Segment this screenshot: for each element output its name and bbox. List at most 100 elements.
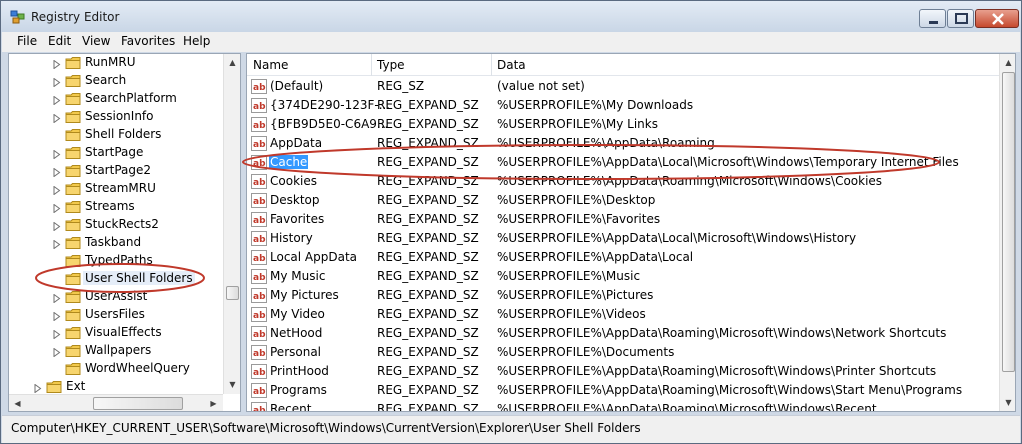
tree-item-label: StartPage2 [85, 163, 151, 177]
scroll-up-icon[interactable]: ▲ [224, 54, 240, 71]
value-row[interactable]: ab Local AppData REG_EXPAND_SZ %USERPROFILE… [247, 248, 999, 267]
tree-item-typedpaths[interactable]: TypedPaths [9, 252, 224, 270]
tree-item-sessioninfo[interactable]: SessionInfo [9, 108, 224, 126]
column-type-header[interactable]: Type [377, 58, 405, 72]
expand-arrow-icon[interactable] [53, 94, 61, 106]
tree-item-wallpapers[interactable]: Wallpapers [9, 342, 224, 360]
list-vscroll-thumb[interactable] [1002, 72, 1015, 372]
tree-vscroll-thumb[interactable] [226, 286, 239, 300]
tree-item-label: WordWheelQuery [85, 361, 190, 375]
expand-arrow-icon[interactable] [53, 184, 61, 196]
list-vertical-scrollbar[interactable]: ▲ ▼ [999, 54, 1015, 411]
value-row[interactable]: ab My Pictures REG_EXPAND_SZ %USERPROFILE%\… [247, 286, 999, 305]
value-row[interactable]: ab AppData REG_EXPAND_SZ %USERPROFILE%\AppD… [247, 134, 999, 153]
value-row[interactable]: ab Cache REG_EXPAND_SZ %USERPROFILE%\AppDat… [247, 153, 999, 172]
expand-arrow-icon[interactable] [53, 112, 61, 124]
scroll-down-icon[interactable]: ▼ [1000, 394, 1015, 411]
folder-icon [46, 380, 63, 394]
tree-item-shell-folders[interactable]: Shell Folders [9, 126, 224, 144]
value-row[interactable]: ab (Default) REG_SZ (value not set) [247, 77, 999, 96]
maximize-button[interactable] [947, 9, 974, 28]
expand-arrow-icon[interactable] [53, 328, 61, 340]
value-row[interactable]: ab Programs REG_EXPAND_SZ %USERPROFILE%\App… [247, 381, 999, 400]
tree-item-runmru[interactable]: RunMRU [9, 54, 224, 72]
tree-vertical-scrollbar[interactable]: ▲ ▼ [223, 54, 240, 394]
value-type: REG_EXPAND_SZ [377, 155, 479, 169]
tree-item-startpage[interactable]: StartPage [9, 144, 224, 162]
value-row[interactable]: ab Cookies REG_EXPAND_SZ %USERPROFILE%\AppD… [247, 172, 999, 191]
column-divider[interactable] [371, 54, 372, 76]
tree-item-taskband[interactable]: Taskband [9, 234, 224, 252]
column-header: Name Type Data [247, 54, 999, 76]
tree-item-label: SessionInfo [85, 109, 154, 123]
expand-arrow-icon[interactable] [53, 76, 61, 88]
expand-arrow-icon[interactable] [53, 58, 61, 70]
scroll-down-icon[interactable]: ▼ [224, 376, 240, 393]
value-row[interactable]: ab {374DE290-123F-... REG_EXPAND_SZ %USERPR… [247, 96, 999, 115]
menu-edit[interactable]: Edit [47, 34, 72, 48]
status-bar: Computer\HKEY_CURRENT_USER\Software\Micr… [2, 415, 1020, 443]
tree-item-search[interactable]: Search [9, 72, 224, 90]
scroll-right-icon[interactable]: ▶ [205, 395, 222, 411]
value-name: My Video [270, 307, 325, 321]
value-row[interactable]: ab PrintHood REG_EXPAND_SZ %USERPROFILE%\Ap… [247, 362, 999, 381]
column-data-header[interactable]: Data [497, 58, 526, 72]
expand-arrow-icon[interactable] [53, 166, 61, 178]
expand-arrow-icon[interactable] [53, 346, 61, 358]
svg-text:ab: ab [253, 102, 266, 112]
title-bar[interactable]: Registry Editor [1, 1, 1021, 32]
value-name: My Music [270, 269, 326, 283]
tree-item-userassist[interactable]: UserAssist [9, 288, 224, 306]
menu-help[interactable]: Help [182, 34, 211, 48]
tree-item-startpage2[interactable]: StartPage2 [9, 162, 224, 180]
tree-item-streams[interactable]: Streams [9, 198, 224, 216]
close-button[interactable] [975, 9, 1019, 28]
tree-item-user-shell-folders[interactable]: User Shell Folders [9, 270, 224, 288]
expand-arrow-icon[interactable] [53, 220, 61, 232]
value-row[interactable]: ab My Music REG_EXPAND_SZ %USERPROFILE%\Mus… [247, 267, 999, 286]
menu-file[interactable]: File [16, 34, 38, 48]
value-data: %USERPROFILE%\Favorites [497, 212, 661, 226]
key-tree-pane[interactable]: RunMRU Search SearchPlatform SessionInfo She… [8, 53, 241, 412]
value-list-pane[interactable]: Name Type Data ab (Default) REG_SZ (value n… [246, 53, 1016, 412]
value-row[interactable]: ab Favorites REG_EXPAND_SZ %USERPROFILE%\Fa… [247, 210, 999, 229]
tree-item-wordwheelquery[interactable]: WordWheelQuery [9, 360, 224, 378]
string-value-icon: ab [251, 288, 267, 303]
tree-item-visualeffects[interactable]: VisualEffects [9, 324, 224, 342]
string-value-icon: ab [251, 250, 267, 265]
value-data: %USERPROFILE%\My Links [497, 117, 658, 131]
status-path: Computer\HKEY_CURRENT_USER\Software\Micr… [11, 421, 641, 435]
tree-item-streammru[interactable]: StreamMRU [9, 180, 224, 198]
menu-favorites[interactable]: Favorites [120, 34, 176, 48]
svg-text:ab: ab [253, 406, 266, 412]
value-type: REG_EXPAND_SZ [377, 250, 479, 264]
tree-item-stuckrects2[interactable]: StuckRects2 [9, 216, 224, 234]
tree-item-usersfiles[interactable]: UsersFiles [9, 306, 224, 324]
column-divider[interactable] [491, 54, 492, 76]
tree-horizontal-scrollbar[interactable]: ◀ ▶ [9, 394, 223, 411]
value-row[interactable]: ab History REG_EXPAND_SZ %USERPROFILE%\AppD… [247, 229, 999, 248]
tree-item-label: UsersFiles [85, 307, 145, 321]
tree-item-label: Taskband [85, 235, 142, 249]
value-row[interactable]: ab {BFB9D5E0-C6A9... REG_EXPAND_SZ %USERPRO… [247, 115, 999, 134]
column-name-header[interactable]: Name [253, 58, 288, 72]
minimize-button[interactable] [919, 9, 946, 28]
expand-arrow-icon[interactable] [53, 238, 61, 250]
expand-arrow-icon[interactable] [53, 292, 61, 304]
value-row[interactable]: ab Recent REG_EXPAND_SZ %USERPROFILE%\AppDa… [247, 400, 999, 412]
tree-hscroll-thumb[interactable] [93, 397, 183, 410]
folder-icon [65, 326, 82, 340]
value-row[interactable]: ab Personal REG_EXPAND_SZ %USERPROFILE%\Doc… [247, 343, 999, 362]
expand-arrow-icon[interactable] [53, 310, 61, 322]
scroll-left-icon[interactable]: ◀ [9, 395, 26, 411]
value-row[interactable]: ab My Video REG_EXPAND_SZ %USERPROFILE%\Vid… [247, 305, 999, 324]
expand-arrow-icon[interactable] [53, 202, 61, 214]
value-row[interactable]: ab Desktop REG_EXPAND_SZ %USERPROFILE%\Desk… [247, 191, 999, 210]
scroll-up-icon[interactable]: ▲ [1000, 54, 1015, 71]
value-row[interactable]: ab NetHood REG_EXPAND_SZ %USERPROFILE%\AppD… [247, 324, 999, 343]
expand-arrow-icon[interactable] [34, 382, 42, 394]
tree-item-searchplatform[interactable]: SearchPlatform [9, 90, 224, 108]
expand-arrow-icon[interactable] [53, 148, 61, 160]
menu-view[interactable]: View [81, 34, 111, 48]
string-value-icon: ab [251, 345, 267, 360]
